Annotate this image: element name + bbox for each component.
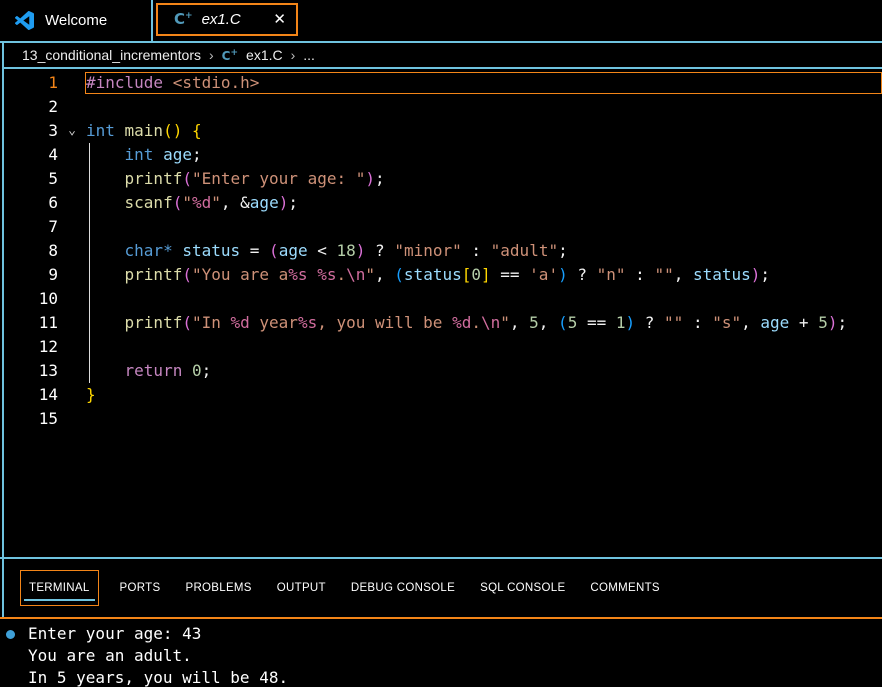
panel-tab-terminal[interactable]: TERMINAL — [20, 570, 99, 606]
code-text: printf("Enter your age: "); — [86, 167, 882, 191]
breadcrumb-item[interactable]: ex1.C — [246, 47, 283, 63]
panel-tab-problems[interactable]: PROBLEMS — [181, 570, 255, 606]
fold-gutter — [58, 263, 86, 287]
line-number: 12 — [4, 335, 58, 359]
breadcrumb: 13_conditional_incrementors › C+ ex1.C ›... — [4, 43, 882, 69]
command-decoration-icon[interactable] — [6, 630, 15, 639]
line-number: 9 — [4, 263, 58, 287]
line-number: 3 — [4, 119, 58, 143]
c-file-icon: C+ — [222, 49, 238, 62]
code-text: char* status = (age < 18) ? "minor" : "a… — [86, 239, 882, 263]
line-number: 10 — [4, 287, 58, 311]
line-number: 8 — [4, 239, 58, 263]
code-text: } — [86, 383, 882, 407]
close-icon[interactable]: ✕ — [273, 12, 286, 27]
line-number: 2 — [4, 95, 58, 119]
code-text — [86, 95, 882, 119]
code-text: int main() { — [86, 119, 882, 143]
panel-tab-output[interactable]: OUTPUT — [273, 570, 330, 606]
fold-gutter — [58, 311, 86, 335]
code-line[interactable]: 13 return 0; — [4, 359, 882, 383]
code-text — [86, 287, 882, 311]
fold-chevron-icon[interactable]: ⌄ — [58, 119, 86, 143]
vscode-window: Welcome C+ ex1.C ✕ 13_conditional_increm… — [0, 0, 882, 687]
breadcrumb-item[interactable]: ... — [303, 47, 315, 63]
code-line[interactable]: 6 scanf("%d", &age); — [4, 191, 882, 215]
fold-gutter — [58, 383, 86, 407]
terminal-text: Enter your age: 43 — [28, 624, 201, 643]
line-number: 13 — [4, 359, 58, 383]
code-line[interactable]: 15 — [4, 407, 882, 431]
code-text: #include <stdio.h> — [86, 71, 882, 95]
code-text: int age; — [86, 143, 882, 167]
code-text: scanf("%d", &age); — [86, 191, 882, 215]
code-line[interactable]: 8 char* status = (age < 18) ? "minor" : … — [4, 239, 882, 263]
code-line[interactable]: 3⌄int main() { — [4, 119, 882, 143]
code-line[interactable]: 2 — [4, 95, 882, 119]
panel-tab-bar: TERMINAL PORTS PROBLEMS OUTPUT DEBUG CONSOLE… — [0, 559, 882, 617]
line-number: 1 — [4, 71, 58, 95]
fold-gutter — [58, 167, 86, 191]
code-text — [86, 215, 882, 239]
fold-gutter — [58, 191, 86, 215]
code-text — [86, 407, 882, 431]
terminal-line: Enter your age: 43 — [28, 623, 882, 645]
line-number: 14 — [4, 383, 58, 407]
tab-welcome-label: Welcome — [45, 12, 107, 29]
tab-welcome[interactable]: Welcome — [0, 0, 153, 41]
code-line[interactable]: 9 printf("You are a%s %s.\n", (status[0]… — [4, 263, 882, 287]
panel-tab-sql-console[interactable]: SQL CONSOLE — [476, 570, 569, 606]
line-number: 7 — [4, 215, 58, 239]
code-line[interactable]: 11 printf("In %d year%s, you will be %d.… — [4, 311, 882, 335]
fold-gutter — [58, 359, 86, 383]
code-text: printf("You are a%s %s.\n", (status[0] =… — [86, 263, 882, 287]
line-number: 11 — [4, 311, 58, 335]
code-line[interactable]: 12 — [4, 335, 882, 359]
code-editor[interactable]: 1#include <stdio.h>23⌄int main() {4 int … — [4, 71, 882, 557]
line-number: 15 — [4, 407, 58, 431]
terminal-focus-border — [0, 617, 882, 619]
fold-gutter — [58, 143, 86, 167]
fold-gutter — [58, 407, 86, 431]
panel-tab-debug-console[interactable]: DEBUG CONSOLE — [347, 570, 459, 606]
tab-ex1c[interactable]: C+ ex1.C ✕ — [156, 3, 298, 36]
terminal-line: In 5 years, you will be 48. — [28, 667, 882, 687]
code-line[interactable]: 4 int age; — [4, 143, 882, 167]
line-number: 6 — [4, 191, 58, 215]
fold-gutter — [58, 287, 86, 311]
breadcrumb-separator-icon: › — [209, 47, 214, 63]
line-number: 5 — [4, 167, 58, 191]
terminal-text: In 5 years, you will be 48. — [28, 668, 288, 687]
panel-tab-comments[interactable]: COMMENTS — [586, 570, 663, 606]
fold-gutter — [58, 95, 86, 119]
code-line[interactable]: 10 — [4, 287, 882, 311]
code-line[interactable]: 7 — [4, 215, 882, 239]
breadcrumb-item[interactable]: 13_conditional_incrementors — [22, 47, 201, 63]
fold-gutter — [58, 335, 86, 359]
line-number: 4 — [4, 143, 58, 167]
c-file-icon: C+ — [174, 12, 193, 27]
fold-gutter — [58, 215, 86, 239]
code-line[interactable]: 1 #include <stdio.h> — [4, 71, 882, 95]
editor-tab-bar: Welcome C+ ex1.C ✕ — [0, 0, 882, 41]
terminal-line: You are an adult. — [28, 645, 882, 667]
fold-gutter — [58, 71, 86, 95]
code-text: printf("In %d year%s, you will be %d.\n"… — [86, 311, 882, 335]
breadcrumb-separator-icon: › — [291, 47, 296, 63]
code-text — [86, 335, 882, 359]
terminal-text: You are an adult. — [28, 646, 192, 665]
code-line[interactable]: 14} — [4, 383, 882, 407]
code-line[interactable]: 5 printf("Enter your age: "); — [4, 167, 882, 191]
fold-gutter — [58, 239, 86, 263]
tab-ex1c-label: ex1.C — [202, 11, 241, 28]
terminal-output[interactable]: Enter your age: 43 You are an adult. In 5 … — [0, 621, 882, 687]
vscode-logo-icon — [15, 11, 34, 30]
code-text: return 0; — [86, 359, 882, 383]
panel-tab-ports[interactable]: PORTS — [116, 570, 165, 606]
